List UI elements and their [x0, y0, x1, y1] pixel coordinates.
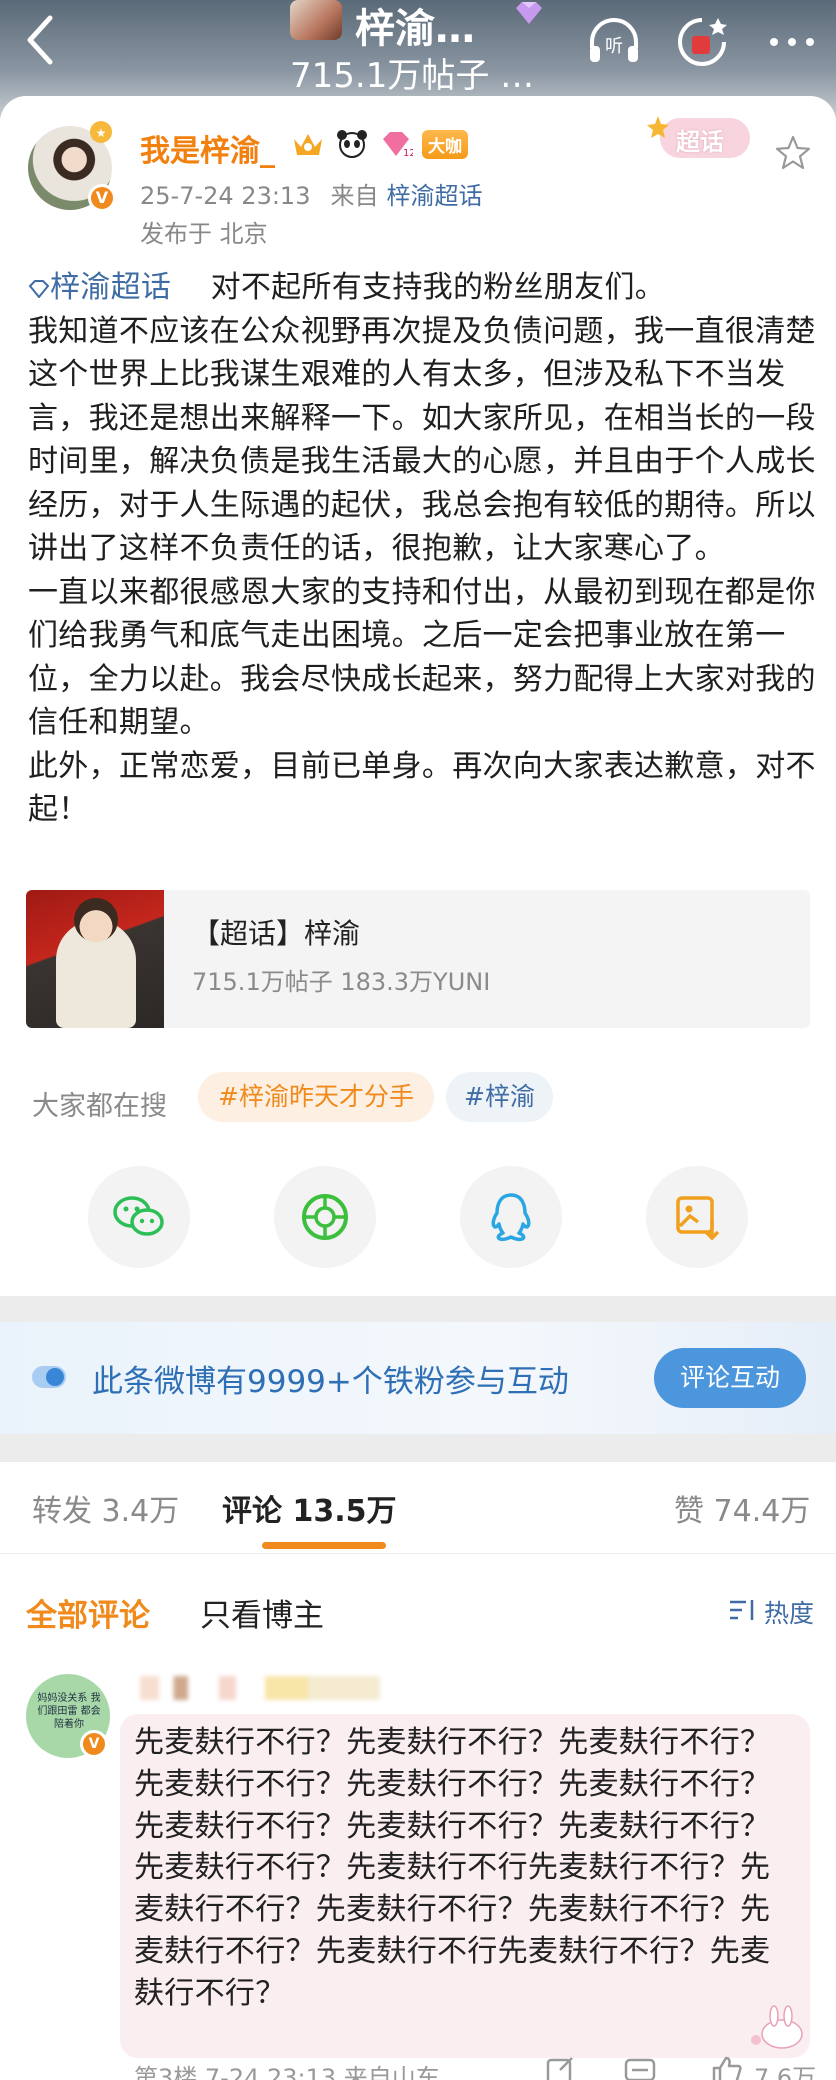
author-avatar[interactable]: V ★: [28, 121, 116, 212]
topic-avatar[interactable]: [290, 0, 342, 40]
super-topic-card[interactable]: 【超话】梓渝 715.1万帖子 183.3万YUNI: [26, 890, 810, 1028]
likes-tab[interactable]: 赞 74.4万: [674, 1486, 810, 1530]
comment-like-count: 7.6万: [754, 2064, 817, 2080]
favorite-star-icon[interactable]: [774, 134, 812, 172]
post-location: 发布于 北京: [140, 220, 268, 248]
post-paragraph: 梓渝超话 对不起所有支持我的粉丝朋友们。: [28, 266, 818, 310]
post-time: 25-7-24 23:13: [140, 182, 311, 210]
bunny-sticker-icon: [751, 2005, 803, 2049]
share-comment-icon[interactable]: [540, 2054, 580, 2080]
super-topic-card-title: 【超话】梓渝: [192, 917, 361, 950]
super-topic-card-stats: 715.1万帖子 183.3万YUNI: [192, 968, 491, 996]
comment-interact-button[interactable]: 评论互动: [654, 1348, 806, 1408]
post-stats-bar: 转发 3.4万 评论 13.5万 赞 74.4万: [0, 1462, 836, 1554]
author-badges: 12 大咖: [290, 126, 468, 162]
comments-section: 全部评论 只看博主 热度 妈妈没关系 我们跟田雷 都会陪着你 V 先麦麸行不行？…: [0, 1554, 836, 2080]
iron-fan-banner: 此条微博有9999+个铁粉参与互动 评论互动: [0, 1322, 836, 1434]
post-body: 梓渝超话 对不起所有支持我的粉丝朋友们。 我知道不应该在公众视野再次提及负债问题…: [28, 266, 818, 832]
post-meta: 25-7-24 23:13 来自 梓渝超话: [140, 176, 482, 211]
save-image-share-button[interactable]: [646, 1166, 748, 1268]
like-thumb-icon[interactable]: [706, 2054, 746, 2080]
super-topic-link[interactable]: 梓渝超话: [28, 270, 171, 305]
comment-text[interactable]: 先麦麸行不行？先麦麸行不行？先麦麸行不行？先麦麸行不行？先麦麸行不行？先麦麸行不…: [134, 1722, 794, 2015]
gem-badge-icon: [516, 2, 542, 24]
more-dots-icon[interactable]: [762, 12, 822, 72]
svg-text:听: 听: [605, 36, 623, 57]
post-source-prefix: 来自: [330, 182, 379, 210]
trending-tag-1[interactable]: #梓渝昨天才分手: [198, 1072, 434, 1122]
iron-fan-text: 此条微博有9999+个铁粉参与互动: [92, 1364, 569, 1400]
diamond-level-badge-icon: 12: [378, 128, 414, 160]
svg-text:★: ★: [96, 126, 107, 140]
post-paragraph-3: 一直以来都很感恩大家的支持和付出，从最初到现在都是你们给我勇气和底气走出困境。之…: [28, 574, 816, 741]
commenter-name-blurred[interactable]: [140, 1676, 380, 1700]
post-paragraph-2: 我知道不应该在公众视野再次提及负债问题，我一直很清楚这个世界上比我谋生艰难的人有…: [28, 313, 816, 567]
qq-icon: [491, 1193, 531, 1241]
back-chevron-icon[interactable]: [20, 10, 70, 70]
diamond-topic-icon: [28, 279, 50, 299]
reply-icon[interactable]: [620, 2054, 660, 2080]
trending-search-label: 大家都在搜: [32, 1091, 167, 1122]
crown-icon: ★: [90, 121, 112, 143]
comments-tab[interactable]: 评论 13.5万: [222, 1486, 396, 1530]
moments-icon: [302, 1194, 348, 1240]
crown-level-badge-icon: [290, 128, 326, 160]
trending-tag-2[interactable]: #梓渝: [446, 1072, 553, 1122]
thumbnail-head: [74, 898, 118, 942]
sort-icon[interactable]: [728, 1598, 758, 1622]
post-paragraph-4: 此外，正常恋爱，目前已单身。再次向大家表达歉意，对不起！: [28, 748, 816, 828]
post-paragraph-1: 对不起所有支持我的粉丝朋友们。: [210, 270, 666, 305]
commenter-avatar-text: 妈妈没关系 我们跟田雷 都会陪着你: [37, 1693, 101, 1730]
chaohua-tag-label: 超话: [676, 128, 724, 156]
author-name[interactable]: 我是梓渝_: [140, 126, 275, 170]
active-tab-indicator: [262, 1542, 386, 1549]
post-source-link[interactable]: 梓渝超话: [386, 182, 482, 210]
all-comments-tab[interactable]: 全部评论: [26, 1590, 150, 1635]
comment-footer: 第3楼 7-24 23:13 来自山东: [134, 2064, 440, 2080]
big-v-badge: 大咖: [422, 129, 468, 159]
chaohua-tag[interactable]: 超话: [640, 110, 760, 166]
verified-badge-icon: V: [88, 184, 116, 212]
qq-share-button[interactable]: [460, 1166, 562, 1268]
topic-post-count: 715.1万帖子 …: [290, 56, 535, 96]
save-image-icon: [676, 1196, 720, 1241]
commenter-verified-icon: V: [80, 1730, 108, 1758]
sort-hot-label[interactable]: 热度: [764, 1594, 814, 1630]
wechat-share-button[interactable]: [88, 1166, 190, 1268]
topic-title[interactable]: 梓渝…: [355, 0, 475, 54]
headphones-listen-icon[interactable]: 听: [584, 12, 644, 72]
repost-tab[interactable]: 转发 3.4万: [32, 1486, 179, 1530]
panda-badge-icon: [334, 128, 370, 160]
moments-share-button[interactable]: [274, 1166, 376, 1268]
interaction-toggle-icon: [32, 1366, 66, 1388]
sign-in-icon[interactable]: [672, 12, 732, 72]
super-topic-label: 梓渝超话: [50, 270, 172, 305]
svg-text:12: 12: [403, 148, 413, 159]
wechat-icon: [113, 1196, 164, 1236]
super-topic-thumbnail: [26, 890, 164, 1028]
author-only-tab[interactable]: 只看博主: [200, 1590, 324, 1635]
